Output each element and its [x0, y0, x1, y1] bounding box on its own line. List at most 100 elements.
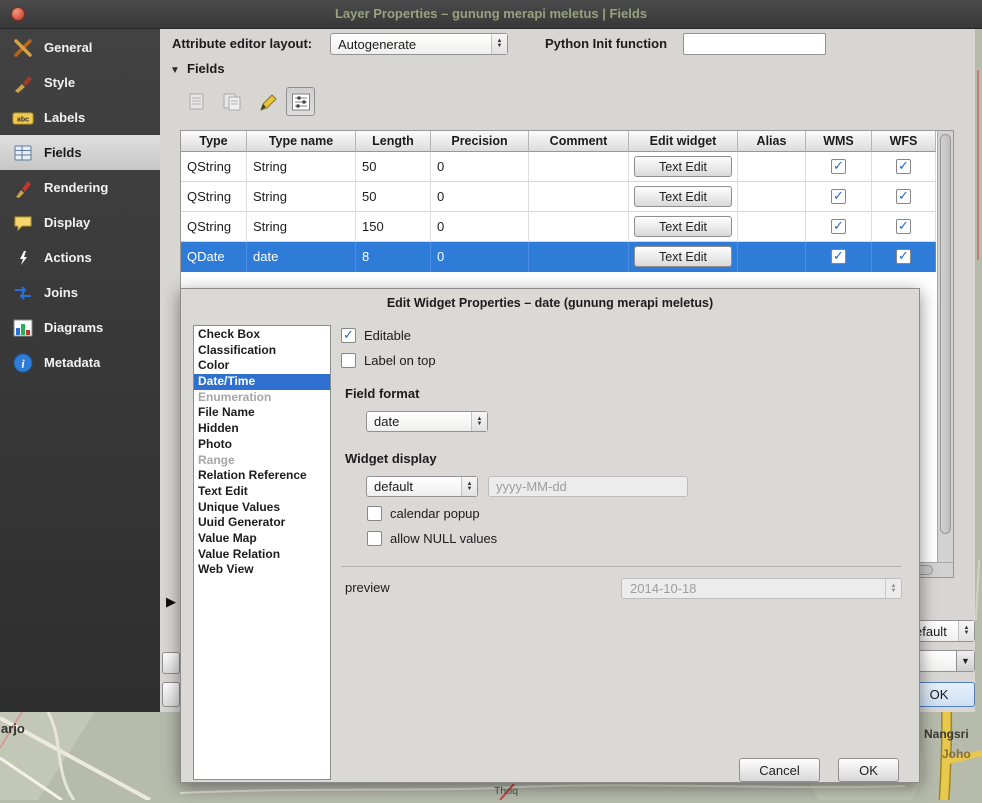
column-header-wms[interactable]: WMS	[806, 131, 872, 152]
field-format-combo[interactable]: date ▲▼	[366, 411, 488, 432]
spinner-arrows-icon: ▲▼	[885, 579, 901, 598]
column-header-type[interactable]: Type	[181, 131, 247, 152]
widget-type-option[interactable]: Unique Values	[194, 500, 330, 516]
label-on-top-label: Label on top	[364, 353, 436, 368]
column-header-edit-widget[interactable]: Edit widget	[629, 131, 738, 152]
widget-type-option[interactable]: Uuid Generator	[194, 515, 330, 531]
divider	[341, 566, 901, 567]
sidebar-item-labels[interactable]: abc Labels	[0, 100, 160, 135]
allow-null-checkbox[interactable]: ✓	[367, 531, 382, 546]
cell-comment	[529, 152, 629, 182]
wms-checkbox[interactable]: ✓	[831, 159, 846, 174]
wfs-checkbox[interactable]: ✓	[896, 249, 911, 264]
map-label: Nangsri	[924, 727, 969, 741]
spinner-arrows-icon[interactable]: ▲▼	[471, 412, 487, 431]
widget-type-option[interactable]: Web View	[194, 562, 330, 578]
new-field-button[interactable]	[182, 87, 211, 116]
ok-button[interactable]: OK	[838, 758, 899, 782]
svg-text:abc: abc	[17, 116, 29, 123]
partial-button[interactable]	[162, 682, 180, 707]
widget-type-option-selected[interactable]: Date/Time	[194, 374, 330, 390]
spinner-arrows-icon[interactable]: ▲▼	[491, 34, 507, 54]
wfs-checkbox[interactable]: ✓	[896, 219, 911, 234]
sidebar-item-general[interactable]: General	[0, 30, 160, 65]
label-on-top-checkbox[interactable]: ✓	[341, 353, 356, 368]
widget-type-option[interactable]: Relation Reference	[194, 468, 330, 484]
widget-type-option[interactable]: Check Box	[194, 327, 330, 343]
wms-checkbox[interactable]: ✓	[831, 219, 846, 234]
widget-display-heading: Widget display	[345, 451, 437, 466]
sidebar-item-joins[interactable]: Joins	[0, 275, 160, 310]
dropdown-arrow-icon[interactable]: ▼	[956, 651, 974, 671]
widget-type-option[interactable]: Value Map	[194, 531, 330, 547]
widget-type-option[interactable]: File Name	[194, 405, 330, 421]
toggle-editing-button[interactable]	[253, 87, 282, 116]
cell-length: 50	[356, 182, 431, 212]
widget-type-list[interactable]: Check Box Classification Color Date/Time…	[193, 325, 331, 780]
attribute-editor-layout-combo[interactable]: Autogenerate ▲▼	[330, 33, 508, 55]
spinner-arrows-icon[interactable]: ▲▼	[958, 621, 974, 641]
table-row[interactable]: QString String 150 0 Text Edit ✓ ✓	[181, 212, 936, 242]
column-header-precision[interactable]: Precision	[431, 131, 529, 152]
new-field-icon	[186, 91, 208, 113]
calendar-popup-checkbox[interactable]: ✓	[367, 506, 382, 521]
calendar-popup-label: calendar popup	[390, 506, 480, 521]
cell-type: QDate	[181, 242, 247, 272]
table-row[interactable]: QString String 50 0 Text Edit ✓ ✓	[181, 182, 936, 212]
map-label: Thoq	[494, 785, 518, 797]
sidebar-item-rendering[interactable]: Rendering	[0, 170, 160, 205]
widget-display-combo[interactable]: default ▲▼	[366, 476, 478, 497]
field-widget-settings-button[interactable]	[286, 87, 315, 116]
cancel-button[interactable]: Cancel	[739, 758, 820, 782]
column-header-alias[interactable]: Alias	[738, 131, 806, 152]
sidebar-item-label: Labels	[44, 110, 85, 125]
widget-type-option[interactable]: Text Edit	[194, 484, 330, 500]
column-header-wfs[interactable]: WFS	[872, 131, 936, 152]
widget-type-option[interactable]: Color	[194, 358, 330, 374]
delete-field-button[interactable]	[217, 87, 246, 116]
partial-button[interactable]	[162, 652, 180, 674]
edit-widget-button[interactable]: Text Edit	[634, 216, 732, 237]
cell-length: 50	[356, 152, 431, 182]
python-init-input[interactable]	[683, 33, 826, 55]
collapse-caret-icon[interactable]: ▼	[170, 65, 180, 76]
cell-type-name: date	[247, 242, 356, 272]
sidebar-item-diagrams[interactable]: Diagrams	[0, 310, 160, 345]
cell-alias	[738, 152, 806, 182]
edit-widget-button[interactable]: Text Edit	[634, 246, 732, 267]
delete-field-icon	[221, 91, 243, 113]
display-format-input[interactable]: yyyy-MM-dd	[488, 476, 688, 497]
spinner-arrows-icon[interactable]: ▲▼	[461, 477, 477, 496]
combo-value: default	[367, 477, 461, 496]
widget-type-option[interactable]: Classification	[194, 343, 330, 359]
sidebar-item-fields[interactable]: Fields	[0, 135, 160, 170]
widget-type-option[interactable]: Hidden	[194, 421, 330, 437]
vertical-scrollbar[interactable]	[937, 131, 953, 562]
sidebar-item-style[interactable]: Style	[0, 65, 160, 100]
wms-checkbox[interactable]: ✓	[831, 189, 846, 204]
attribute-editor-layout-label: Attribute editor layout:	[172, 36, 312, 51]
sidebar-item-label: Diagrams	[44, 320, 103, 335]
column-header-length[interactable]: Length	[356, 131, 431, 152]
preview-label: preview	[345, 580, 390, 595]
edit-widget-button[interactable]: Text Edit	[634, 156, 732, 177]
sidebar-item-actions[interactable]: Actions	[0, 240, 160, 275]
scrollbar-thumb[interactable]	[940, 134, 951, 534]
widget-type-option[interactable]: Value Relation	[194, 547, 330, 563]
expand-arrow-icon[interactable]: ▶	[166, 594, 176, 610]
info-icon: i	[12, 352, 34, 374]
edit-widget-button[interactable]: Text Edit	[634, 186, 732, 207]
widget-type-option[interactable]: Photo	[194, 437, 330, 453]
preview-value: 2014-10-18	[622, 579, 885, 598]
editable-checkbox[interactable]: ✓	[341, 328, 356, 343]
column-header-type-name[interactable]: Type name	[247, 131, 356, 152]
column-header-comment[interactable]: Comment	[529, 131, 629, 152]
sidebar-item-display[interactable]: Display	[0, 205, 160, 240]
wms-checkbox[interactable]: ✓	[831, 249, 846, 264]
wfs-checkbox[interactable]: ✓	[896, 159, 911, 174]
wfs-checkbox[interactable]: ✓	[896, 189, 911, 204]
sidebar-item-metadata[interactable]: i Metadata	[0, 345, 160, 380]
table-row-selected[interactable]: QDate date 8 0 Text Edit ✓ ✓	[181, 242, 936, 272]
cell-alias	[738, 212, 806, 242]
table-row[interactable]: QString String 50 0 Text Edit ✓ ✓	[181, 152, 936, 182]
